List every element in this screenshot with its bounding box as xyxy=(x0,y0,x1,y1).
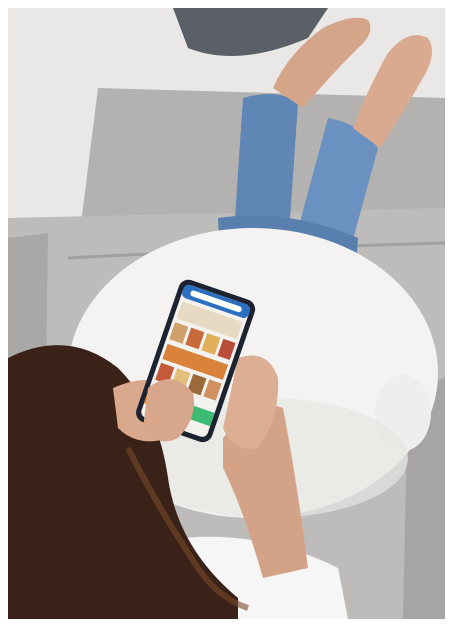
woman-using-shopping-app-photo xyxy=(8,8,445,619)
photo-frame xyxy=(8,8,445,619)
